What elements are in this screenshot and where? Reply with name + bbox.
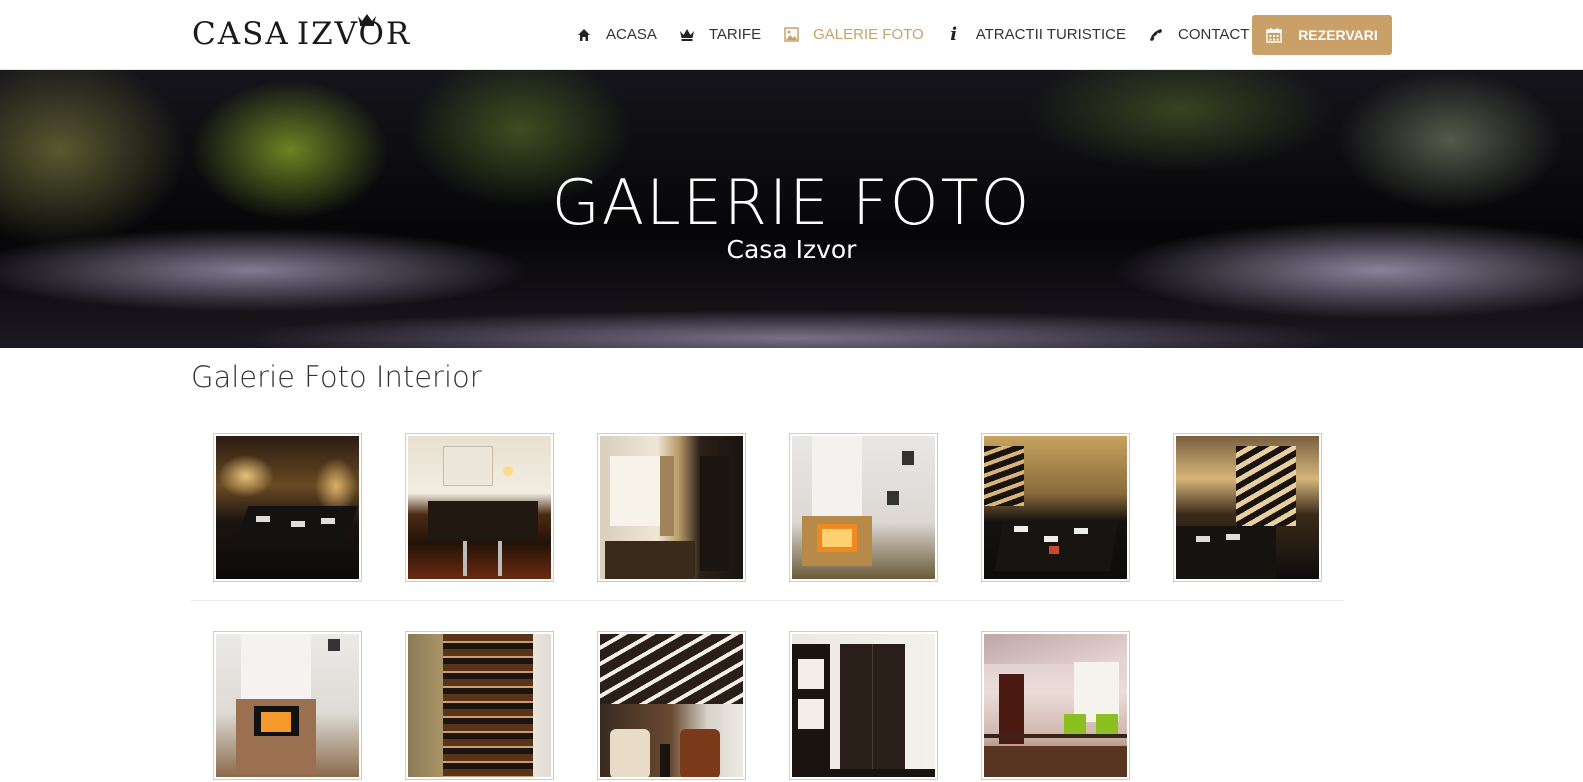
nav-label-acasa: ACASA — [606, 26, 657, 43]
nav-item-contact[interactable]: CONTACT — [1148, 14, 1249, 55]
gallery-thumb-fireplace-corner[interactable] — [213, 631, 362, 780]
wardrobe-room-photo — [792, 634, 935, 777]
logo[interactable]: CASA IZVOR — [192, 14, 411, 54]
logo-text-main: CASA — [192, 16, 290, 52]
gallery-thumb-kitchen-bar[interactable] — [405, 433, 554, 582]
gallery-title: Galerie Foto Interior — [191, 360, 482, 394]
site-header: CASA IZVOR ACASA TARIFE GALERIE FOTO i A… — [0, 0, 1583, 70]
gallery-divider — [191, 600, 1344, 601]
hero-title: GALERIE FOTO — [551, 166, 1032, 239]
calendar-icon — [1266, 28, 1282, 43]
gallery-thumb-loft-green-chairs[interactable] — [981, 631, 1130, 780]
gallery-thumb-wooden-stairs[interactable] — [405, 631, 554, 780]
window-shelves-photo — [600, 436, 743, 579]
nav-label-contact: CONTACT — [1177, 26, 1250, 43]
nav-label-atractii-turistice: ATRACTII TURISTICE — [975, 26, 1126, 43]
gallery-thumb-dining-table-stairs[interactable] — [981, 433, 1130, 582]
gallery-thumb-armchairs-stairs[interactable] — [597, 631, 746, 780]
logo-crown-icon — [358, 14, 376, 26]
nav-item-atractii-turistice[interactable]: i ATRACTII TURISTICE — [946, 14, 1126, 55]
fireplace-photo — [792, 436, 935, 579]
phone-icon — [1148, 27, 1164, 43]
home-icon — [576, 27, 592, 43]
hero-banner: GALERIE FOTO Casa Izvor — [0, 70, 1583, 348]
nav-item-galerie-foto[interactable]: GALERIE FOTO — [783, 14, 924, 55]
rezervari-button[interactable]: REZERVARI — [1252, 15, 1392, 55]
info-icon: i — [950, 24, 958, 45]
image-icon — [783, 27, 799, 43]
stairs-dining-photo — [1176, 436, 1319, 579]
crown-icon — [679, 27, 695, 43]
dining-table-stairs-photo — [984, 436, 1127, 579]
dining-room-photo — [216, 436, 359, 579]
armchairs-stairs-photo — [600, 634, 743, 777]
hero-subtitle: Casa Izvor — [726, 235, 857, 264]
main-nav: ACASA TARIFE GALERIE FOTO i ATRACTII TUR… — [576, 14, 1271, 55]
rezervari-label: REZERVARI — [1298, 27, 1378, 43]
nav-label-galerie-foto: GALERIE FOTO — [813, 26, 924, 43]
wooden-stairs-photo — [408, 634, 551, 777]
logo-text-second: IZVOR — [296, 16, 412, 52]
gallery-thumb-window-shelves[interactable] — [597, 433, 746, 582]
gallery-thumb-wardrobe-room[interactable] — [789, 631, 938, 780]
gallery-thumb-dining-room[interactable] — [213, 433, 362, 582]
gallery-thumb-stairs-dining[interactable] — [1173, 433, 1322, 582]
nav-label-tarife: TARIFE — [708, 26, 762, 43]
kitchen-bar-photo — [408, 436, 551, 579]
fireplace-corner-photo — [216, 634, 359, 777]
nav-item-acasa[interactable]: ACASA — [576, 14, 657, 55]
gallery-thumb-fireplace[interactable] — [789, 433, 938, 582]
loft-green-chairs-photo — [984, 634, 1127, 777]
nav-item-tarife[interactable]: TARIFE — [679, 14, 761, 55]
